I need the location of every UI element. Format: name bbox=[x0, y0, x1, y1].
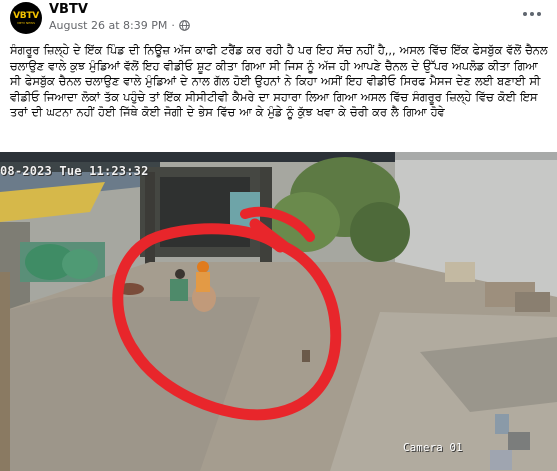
post-meta: August 26 at 8:39 PM · bbox=[49, 19, 190, 32]
avatar-logo: VBTV bbox=[13, 10, 39, 21]
meta-separator: · bbox=[171, 19, 175, 32]
more-options-icon[interactable] bbox=[518, 4, 546, 24]
post-timestamp[interactable]: August 26 at 8:39 PM bbox=[49, 19, 167, 32]
cctv-scene bbox=[0, 152, 557, 471]
post-header: VBTV VBTV NEWS VBTV August 26 at 8:39 PM… bbox=[0, 0, 557, 40]
post-text: ਸੰਗਰੂਰ ਜ਼ਿਲ੍ਹੇ ਦੇ ਇੱਕ ਪਿੰਡ ਦੀ ਨਿਊਜ਼ ਅੱਜ … bbox=[10, 44, 548, 119]
avatar-subtitle: VBTV NEWS bbox=[17, 20, 35, 25]
cctv-timestamp: 08-2023 Tue 11:23:32 bbox=[0, 164, 149, 178]
camera-label: Camera 01 bbox=[403, 441, 463, 454]
globe-icon bbox=[179, 20, 190, 31]
page-name[interactable]: VBTV bbox=[49, 2, 88, 17]
page-avatar[interactable]: VBTV VBTV NEWS bbox=[10, 2, 42, 34]
post-video-frame[interactable]: 08-2023 Tue 11:23:32 Camera 01 bbox=[0, 152, 557, 471]
